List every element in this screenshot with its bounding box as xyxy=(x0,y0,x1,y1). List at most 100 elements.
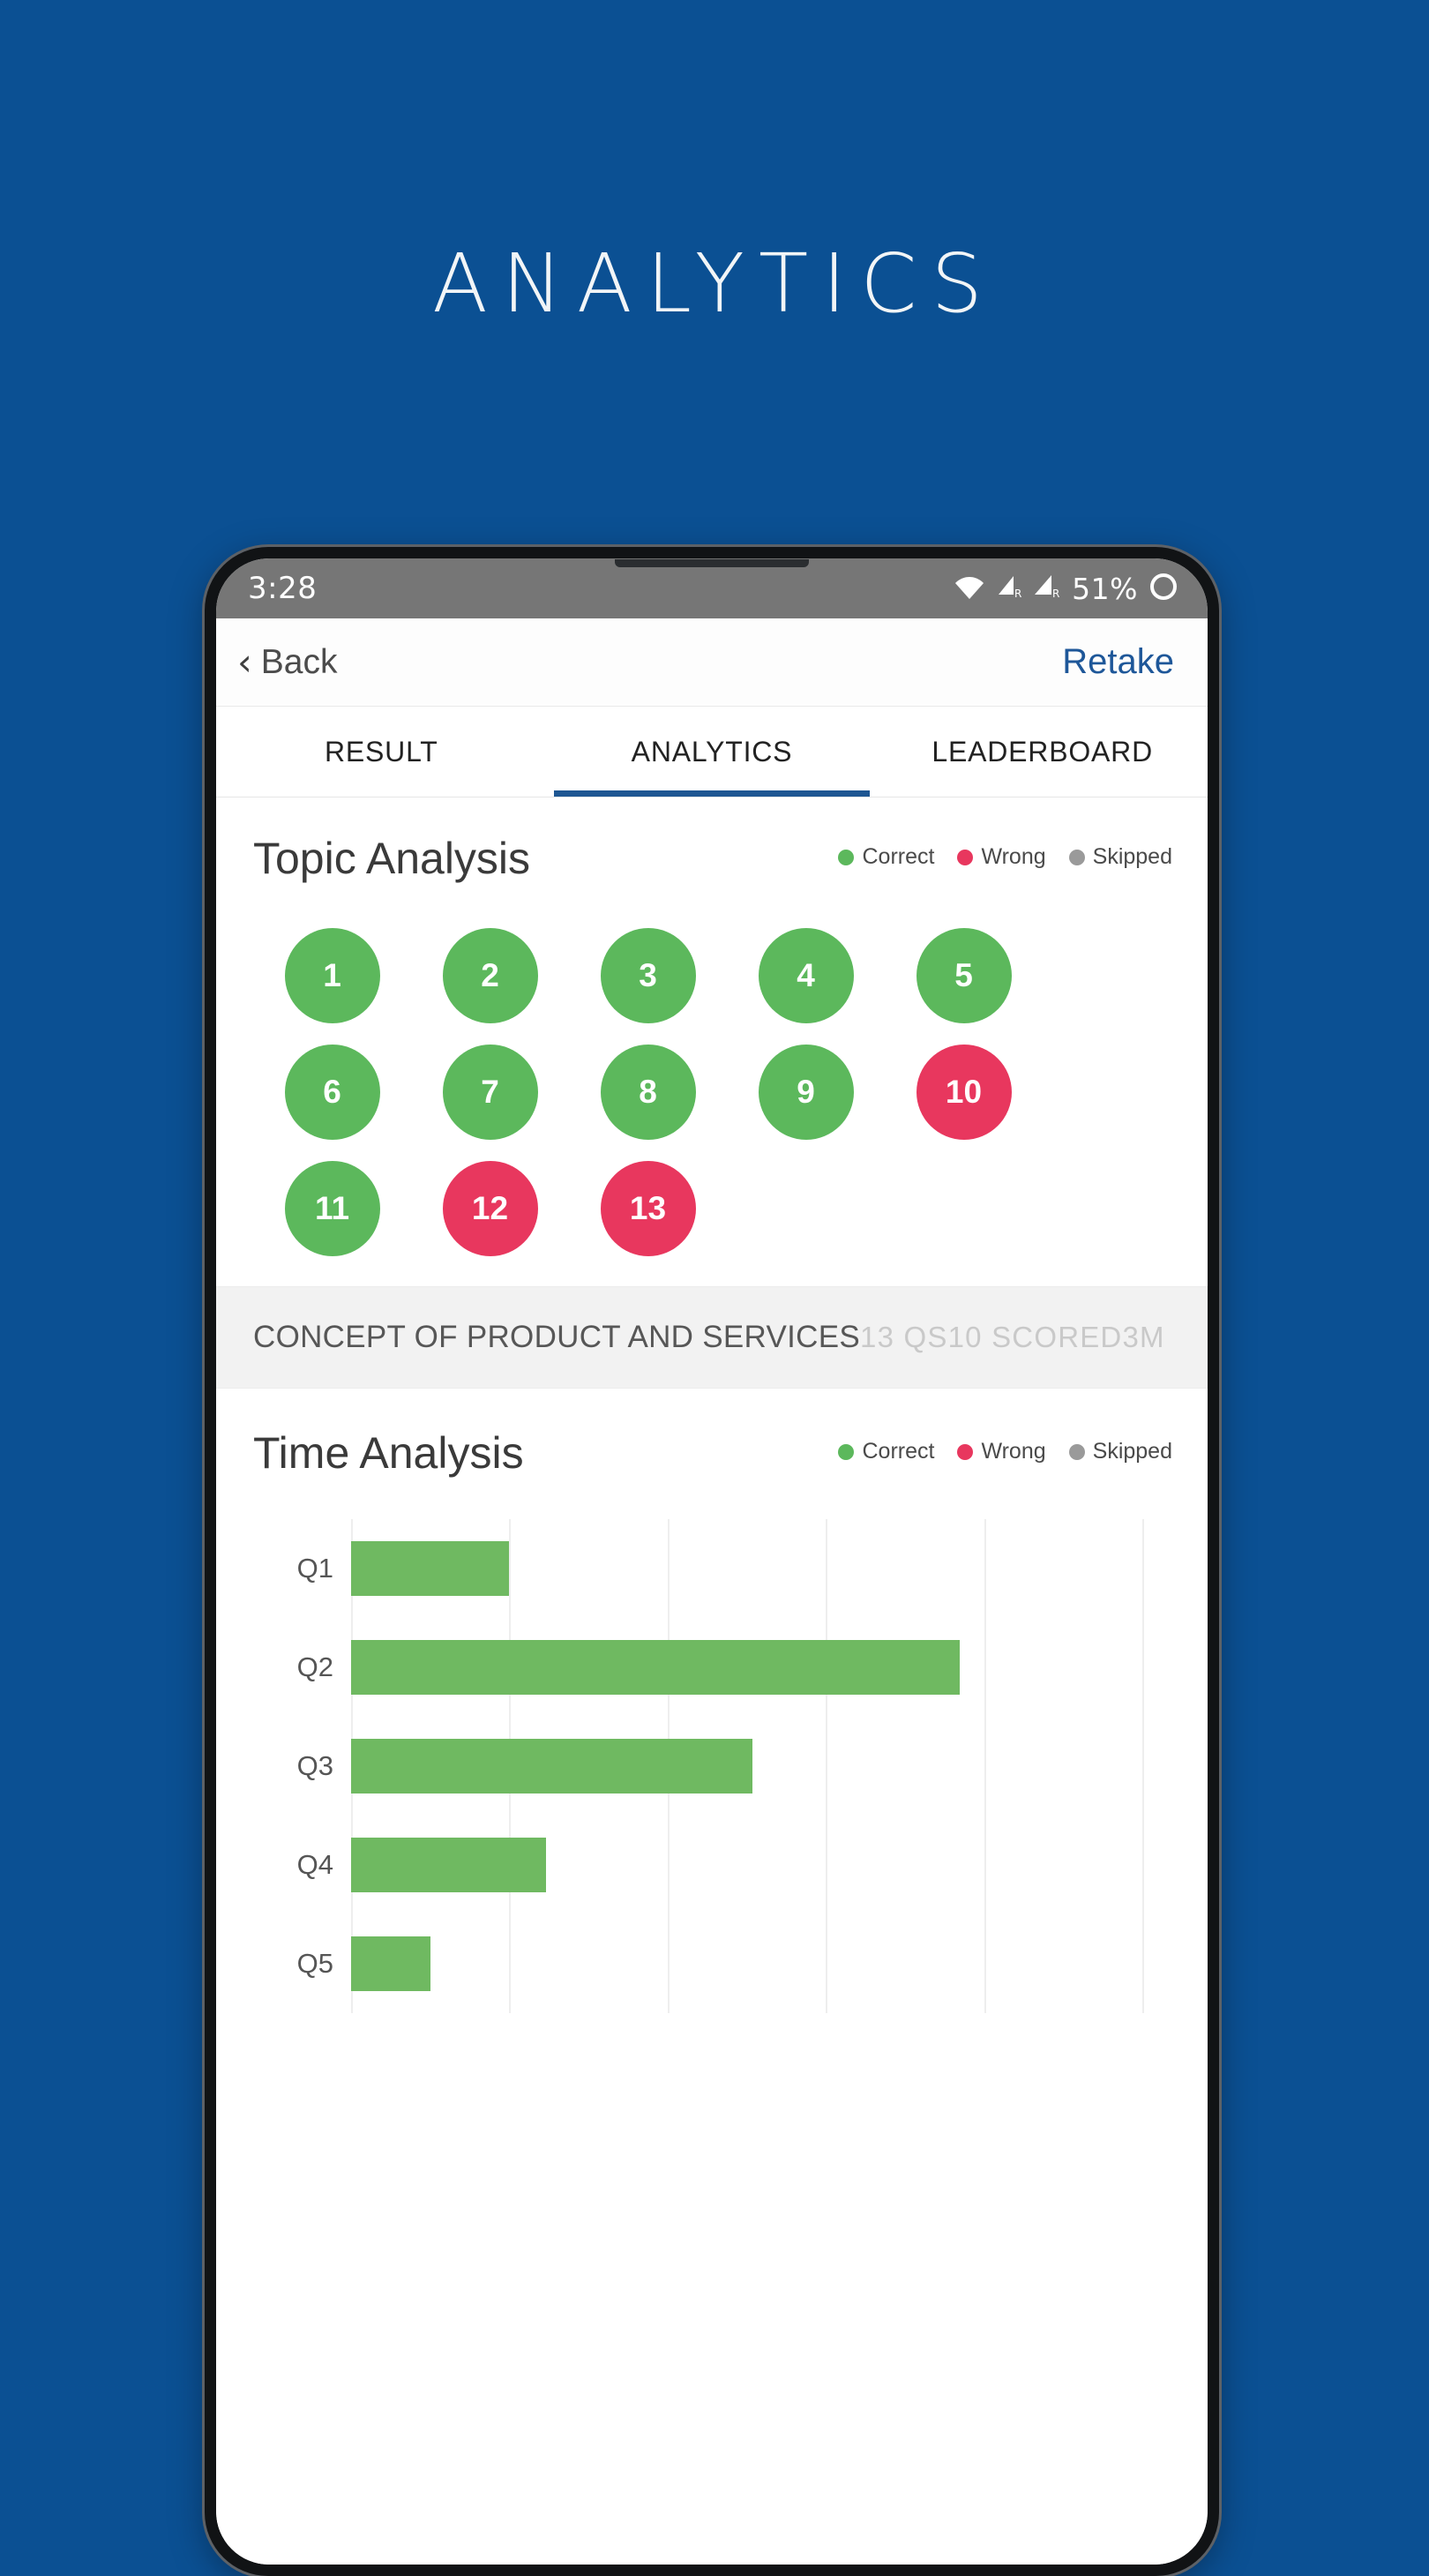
retake-button[interactable]: Retake xyxy=(1062,642,1174,682)
question-row: 11 12 13 xyxy=(253,1161,1172,1256)
status-time: 3:28 xyxy=(248,571,318,606)
question-circle-13[interactable]: 13 xyxy=(600,1161,696,1256)
question-row: 6 7 8 9 10 xyxy=(253,1045,1172,1140)
legend-label-correct-time: Correct xyxy=(862,1439,935,1464)
legend-label-wrong: Wrong xyxy=(981,844,1046,869)
chart-bar-Q2[interactable] xyxy=(351,1640,960,1695)
question-cell: 12 xyxy=(411,1161,569,1256)
question-circle-10[interactable]: 10 xyxy=(916,1045,1012,1140)
topic-analysis-legend: Correct Wrong Skipped xyxy=(838,844,1172,872)
navigation-bar: ‹ Back Retake xyxy=(216,618,1208,707)
wifi-icon xyxy=(954,573,984,604)
phone-device-frame: 3:28 R R 51% ‹ Back Retake RESULT ANALYT… xyxy=(205,547,1219,2576)
question-circle-9[interactable]: 9 xyxy=(758,1045,854,1140)
chart-category-label-Q5: Q5 xyxy=(296,1948,333,1979)
chart-bar-row: Q1 xyxy=(216,1519,1208,1618)
question-status-grid: 1 2 3 4 5 6 7 8 9 10 11 12 13 xyxy=(216,884,1208,1286)
question-cell: 2 xyxy=(411,928,569,1023)
status-bar: 3:28 R R 51% xyxy=(216,558,1208,618)
chart-category-label-Q3: Q3 xyxy=(296,1750,333,1781)
signal-roaming-icon-1: R xyxy=(996,573,1022,604)
question-circle-1[interactable]: 1 xyxy=(284,928,380,1023)
back-button-label: Back xyxy=(260,642,338,681)
question-circle-12[interactable]: 12 xyxy=(442,1161,538,1256)
chart-bar-Q4[interactable] xyxy=(351,1838,546,1892)
question-cell: 11 xyxy=(253,1161,411,1256)
question-cell: 1 xyxy=(253,928,411,1023)
time-analysis-title: Time Analysis xyxy=(253,1428,524,1478)
chart-bar-row: Q5 xyxy=(216,1914,1208,2013)
legend-item-skipped: Skipped xyxy=(1068,844,1172,870)
chart-category-label-Q4: Q4 xyxy=(296,1849,333,1880)
legend-item-wrong: Wrong xyxy=(957,844,1046,870)
phone-bezel: 3:28 R R 51% ‹ Back Retake RESULT ANALYT… xyxy=(216,558,1208,2565)
topic-summary-band[interactable]: CONCEPT OF PRODUCT AND SERVICES 13 QS 10… xyxy=(216,1286,1208,1389)
tab-analytics[interactable]: ANALYTICS xyxy=(547,707,878,797)
legend-dot-wrong-icon xyxy=(957,1443,974,1460)
chart-category-label-Q2: Q2 xyxy=(296,1651,333,1682)
question-row: 12345 xyxy=(253,928,1172,1023)
question-cell: 3 xyxy=(569,928,727,1023)
battery-percent-label: 51% xyxy=(1072,571,1138,606)
legend-item-wrong-time: Wrong xyxy=(957,1439,1046,1464)
chart-bar-row: Q3 xyxy=(216,1717,1208,1816)
tab-result[interactable]: RESULT xyxy=(216,707,547,797)
tab-result-label: RESULT xyxy=(324,735,438,768)
signal-roaming-icon-2: R xyxy=(1034,573,1060,604)
status-icons-group: R R 51% xyxy=(954,572,1178,606)
legend-item-skipped-time: Skipped xyxy=(1068,1439,1172,1464)
tab-analytics-label: ANALYTICS xyxy=(631,735,793,768)
bar-chart-plot: Q1 Q2 Q3 Q4 Q5 xyxy=(216,1519,1208,2013)
tab-leaderboard[interactable]: LEADERBOARD xyxy=(877,707,1208,797)
chart-category-label-Q1: Q1 xyxy=(296,1553,333,1584)
legend-label-skipped: Skipped xyxy=(1092,844,1172,869)
question-cell: 7 xyxy=(411,1045,569,1140)
question-cell: 13 xyxy=(569,1161,727,1256)
question-cell: 6 xyxy=(253,1045,411,1140)
tab-bar: RESULT ANALYTICS LEADERBOARD xyxy=(216,707,1208,798)
back-button[interactable]: ‹ Back xyxy=(237,643,338,682)
chart-bar-row: Q2 xyxy=(216,1618,1208,1717)
time-analysis-chart: Q1 Q2 Q3 Q4 Q5 xyxy=(216,1519,1208,2013)
analytics-content[interactable]: Topic Analysis Correct Wrong Skipped 1 2… xyxy=(216,798,1208,2565)
legend-label-wrong-time: Wrong xyxy=(981,1439,1046,1464)
topic-analysis-header: Topic Analysis Correct Wrong Skipped xyxy=(216,798,1208,884)
chart-bar-row: Q4 xyxy=(216,1816,1208,1914)
svg-text:R: R xyxy=(1014,588,1021,600)
legend-dot-skipped-icon xyxy=(1068,1443,1085,1460)
question-circle-7[interactable]: 7 xyxy=(442,1045,538,1140)
chart-bar-Q3[interactable] xyxy=(351,1739,753,1793)
chart-bar-Q5[interactable] xyxy=(351,1936,430,1991)
chevron-left-icon: ‹ xyxy=(237,640,252,684)
topic-name-label: CONCEPT OF PRODUCT AND SERVICES xyxy=(253,1320,861,1354)
topic-time-label: 3M xyxy=(1122,1321,1165,1353)
tab-leaderboard-label: LEADERBOARD xyxy=(931,735,1153,768)
time-analysis-header: Time Analysis Correct Wrong Skipped xyxy=(216,1389,1208,1479)
legend-dot-correct-icon xyxy=(838,849,855,865)
phone-earpiece-speaker xyxy=(615,559,809,567)
question-circle-11[interactable]: 11 xyxy=(284,1161,380,1256)
question-circle-6[interactable]: 6 xyxy=(284,1045,380,1140)
legend-label-skipped-time: Skipped xyxy=(1092,1439,1172,1464)
chart-bar-Q1[interactable] xyxy=(351,1541,510,1596)
question-cell: 9 xyxy=(727,1045,885,1140)
question-cell: 5 xyxy=(885,928,1043,1023)
legend-dot-wrong-icon xyxy=(957,849,974,865)
battery-icon xyxy=(1149,572,1178,606)
topic-analysis-title: Topic Analysis xyxy=(253,834,531,883)
question-circle-5[interactable]: 5 xyxy=(916,928,1012,1023)
question-circle-3[interactable]: 3 xyxy=(600,928,696,1023)
phone-screen: 3:28 R R 51% ‹ Back Retake RESULT ANALYT… xyxy=(216,558,1208,2565)
question-circle-2[interactable]: 2 xyxy=(442,928,538,1023)
legend-label-correct: Correct xyxy=(862,844,935,869)
legend-item-correct: Correct xyxy=(838,844,934,870)
legend-dot-correct-icon xyxy=(838,1443,855,1460)
legend-dot-skipped-icon xyxy=(1068,849,1085,865)
time-analysis-legend: Correct Wrong Skipped xyxy=(838,1439,1172,1467)
question-cell: 8 xyxy=(569,1045,727,1140)
legend-item-correct-time: Correct xyxy=(838,1439,934,1464)
question-circle-8[interactable]: 8 xyxy=(600,1045,696,1140)
question-circle-4[interactable]: 4 xyxy=(758,928,854,1023)
svg-text:R: R xyxy=(1052,588,1059,600)
page-title: ANALYTICS xyxy=(432,236,997,331)
